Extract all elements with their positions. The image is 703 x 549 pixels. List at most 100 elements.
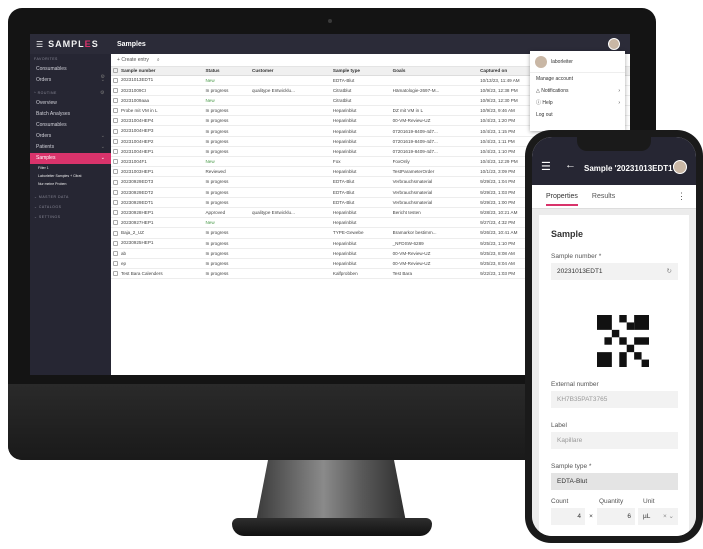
sidebar-item-consumables[interactable]: Consumables [30,64,111,75]
row-checkbox[interactable] [113,199,118,205]
menu-item-notifications[interactable]: △ Notifications › [530,85,625,97]
table-cell [250,136,331,147]
column-header[interactable]: Customer [250,67,331,76]
more-vert-icon[interactable]: ⋮ [677,191,686,202]
row-checkbox[interactable] [113,230,118,236]
sidebar-item-samples[interactable]: Samples ⌄ [30,153,111,164]
column-header[interactable]: Sample number [111,67,204,76]
row-checkbox[interactable] [113,128,118,134]
table-cell: Heparinblut [330,115,391,127]
table-cell [250,115,331,127]
logo[interactable]: SAMPLES [48,39,99,49]
chevron-right-icon: › [618,88,620,94]
table-cell [250,248,331,259]
sidebar-section-master-data[interactable]: ⌄ MASTER DATA [30,192,111,202]
phone-screen: ☰ ← Sample '20231013EDT1' Properties Res… [532,137,696,536]
row-checkbox[interactable] [113,108,118,114]
sidebar-section-settings[interactable]: ⌄ SETTINGS [30,212,111,222]
search-icon[interactable]: ⌕ [157,57,160,63]
camera-dot [328,19,332,23]
table-cell: 07201619-8409-4d7... [390,146,479,158]
row-checkbox[interactable] [113,250,118,256]
unit-select[interactable]: µL × ⌄ [638,508,678,525]
table-cell [250,166,331,178]
row-checkbox[interactable] [113,169,118,175]
menu-icon[interactable]: ☰ [541,160,551,173]
table-cell: New [203,217,250,229]
menu-item-log-out[interactable]: Log out [530,109,625,121]
tab-properties[interactable]: Properties [546,193,578,206]
column-header[interactable]: Goals [390,67,479,76]
column-header[interactable]: Status [203,67,250,76]
row-checkbox[interactable] [113,149,118,155]
row-checkbox[interactable] [113,179,118,185]
sidebar-subitem-filter[interactable]: Laborleiter Samples + Citrat [30,172,111,180]
row-checkbox[interactable] [113,210,118,216]
table-cell: 20230929EDT3 [111,176,204,188]
sidebar-item-orders[interactable]: Orders ⌄ [30,75,111,86]
sidebar-item-batch-analyses[interactable]: Batch Analyses [30,109,111,120]
sample-number-field[interactable]: 20231013EDT1 ↻ [551,263,678,280]
sidebar-item-patients[interactable]: Patients ⌄ [30,142,111,153]
row-checkbox[interactable] [113,87,118,93]
sidebar-subitem-filter[interactable]: Filter 1 [30,164,111,172]
user-menu: laborleiter Manage account △ Notificatio… [530,51,625,131]
avatar[interactable] [608,38,620,50]
create-entry-button[interactable]: + Create entry [117,57,149,63]
count-field[interactable]: 4 [551,508,585,525]
table-cell: EDTA-Blut [330,187,391,198]
row-checkbox[interactable] [113,98,118,104]
table-cell: New [203,156,250,168]
table-cell [250,125,331,137]
page-title: Samples [117,40,146,48]
row-checkbox[interactable] [113,261,118,267]
table-cell: Heparinblut [330,217,391,229]
quantity-label: Quantity [599,498,624,505]
table-cell: 20231013EDT1 [111,75,204,86]
table-cell: In progress [203,187,250,198]
table-cell: 00-VM-Review-UZ [390,248,479,259]
sidebar-subitem-filter[interactable]: Nur meine Proben [30,180,111,188]
menu-icon[interactable]: ☰ [36,40,43,49]
select-all-checkbox[interactable] [113,68,118,74]
row-checkbox[interactable] [113,220,118,226]
row-checkbox[interactable] [113,77,118,83]
row-checkbox[interactable] [113,118,118,124]
avatar[interactable] [673,160,687,174]
back-arrow-icon[interactable]: ← [565,159,576,171]
table-cell: Probe mit VM in L [111,105,204,117]
table-cell: 20231004HEP4 [111,115,204,127]
table-cell: DZ mit VM in L [390,105,479,117]
menu-item-manage-account[interactable]: Manage account [530,73,625,85]
table-cell: New [203,75,250,86]
sidebar-section-routine[interactable]: ^ ROUTINE ⚙ [30,88,111,98]
external-number-field[interactable]: KH7B35PAT3765 [551,391,678,408]
sidebar-item-consumables-routine[interactable]: Consumables [30,120,111,131]
row-checkbox[interactable] [113,240,118,246]
clear-chevron-icon[interactable]: × ⌄ [663,508,674,525]
row-checkbox[interactable] [113,159,118,165]
table-cell: Bericht testen [390,207,479,219]
table-cell: Citratblut [330,95,391,107]
sidebar-section-catalogs[interactable]: ⌄ CATALOGS [30,202,111,212]
gear-icon[interactable]: ⚙ [100,88,105,98]
quantity-field[interactable]: 6 [597,508,635,525]
qr-code [597,315,649,367]
row-checkbox[interactable] [113,189,118,195]
monitor-stand-base [232,518,432,536]
table-cell [390,217,479,229]
row-checkbox[interactable] [113,271,118,277]
sidebar-item-overview[interactable]: Overview [30,98,111,109]
refresh-icon[interactable]: ↻ [667,263,672,280]
table-cell: Heparinblut [330,125,391,137]
sidebar-item-orders-routine[interactable]: Orders ⌄ [30,131,111,142]
label-field[interactable]: Kapillare [551,432,678,449]
table-cell: qualitype Entwicklu... [250,207,331,219]
menu-user-row: laborleiter [530,51,625,73]
table-cell: In progress [203,115,250,127]
row-checkbox[interactable] [113,138,118,144]
column-header[interactable]: Sample type [330,67,391,76]
sample-type-field[interactable]: EDTA-Blut [551,473,678,490]
menu-item-help[interactable]: ⓘ Help › [530,97,625,109]
tab-results[interactable]: Results [592,193,615,200]
